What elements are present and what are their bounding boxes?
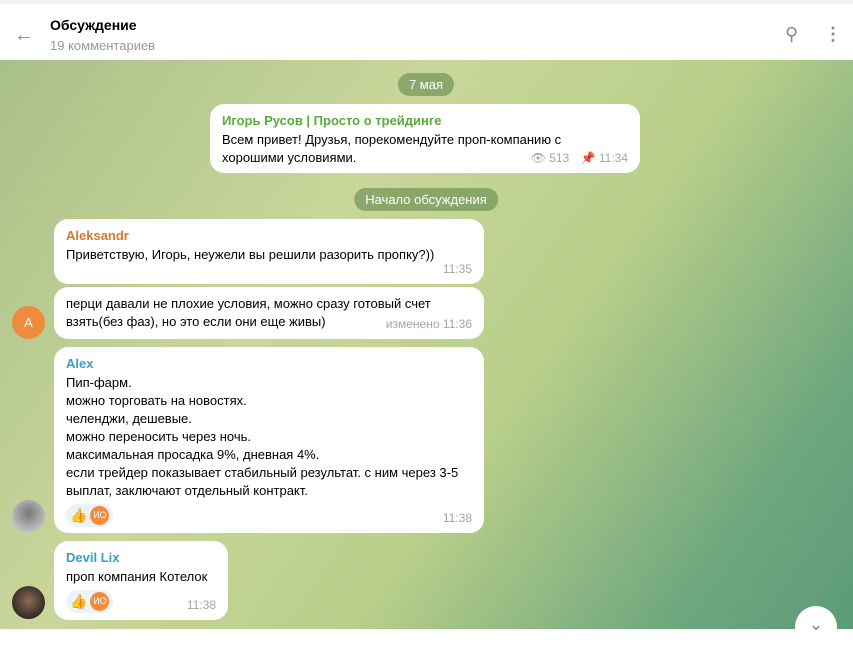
avatar[interactable] xyxy=(12,500,45,533)
reactor-avatar: ИО xyxy=(90,506,110,525)
page-title: Обсуждение xyxy=(50,17,137,33)
message-time: 11:35 xyxy=(442,262,472,276)
avatar[interactable] xyxy=(12,586,45,619)
channel-post[interactable]: Игорь Русов | Просто о трейдинге Всем пр… xyxy=(210,104,640,173)
message-line: можно торговать на новостях. xyxy=(66,393,247,408)
reactions[interactable]: 👍 ИО xyxy=(66,590,114,613)
pin-icon: 📌 xyxy=(580,151,596,165)
more-menu-icon[interactable]: ⋮ xyxy=(824,24,842,45)
view-count: 513 xyxy=(549,151,570,165)
message-text: Приветствую, Игорь, неужели вы решили ра… xyxy=(66,247,435,262)
message[interactable]: Alex Пип-фарм. можно торговать на новост… xyxy=(54,347,484,533)
thumbs-up-icon[interactable]: 👍 xyxy=(70,592,87,611)
chat-header: ← Обсуждение 19 комментариев ⚲ ⋮ xyxy=(0,0,853,60)
thumbs-up-icon[interactable]: 👍 xyxy=(70,506,87,525)
message-author[interactable]: Aleksandr xyxy=(66,227,472,245)
message[interactable]: перци давали не плохие условия, можно ср… xyxy=(54,287,484,339)
message-line: если трейдер показывает стабильный резул… xyxy=(66,465,459,498)
reactor-avatar: ИО xyxy=(90,592,110,611)
message-time: изменено 11:36 xyxy=(385,317,472,331)
date-pill: 7 мая xyxy=(397,73,455,96)
avatar[interactable]: A xyxy=(12,306,45,339)
reactions[interactable]: 👍 ИО xyxy=(66,504,114,527)
post-author[interactable]: Игорь Русов | Просто о трейдинге xyxy=(222,112,628,130)
message-author[interactable]: Alex xyxy=(66,355,472,373)
message-line: максимальная просадка 9%, дневная 4%. xyxy=(66,447,320,462)
search-icon[interactable]: ⚲ xyxy=(785,24,798,45)
message-author[interactable]: Devil Lix xyxy=(66,549,216,567)
chevron-down-icon: ⌄ xyxy=(808,614,824,634)
message-time: 11:38 xyxy=(442,511,472,525)
message-line: можно переносить через ночь. xyxy=(66,429,252,444)
discussion-start-pill: Начало обсуждения xyxy=(354,188,498,211)
message-time: 11:38 xyxy=(186,598,216,612)
back-arrow-icon[interactable]: ← xyxy=(14,24,34,47)
scroll-down-button[interactable]: ⌄ xyxy=(795,606,837,648)
post-time: 11:34 xyxy=(598,151,628,165)
chat-area: 7 мая Игорь Русов | Просто о трейдинге В… xyxy=(0,60,853,648)
message[interactable]: Devil Lix проп компания Котелок 👍 ИО 11:… xyxy=(54,541,228,620)
post-meta: 👁 513 📌 11:34 xyxy=(531,149,628,167)
message[interactable]: Aleksandr Приветствую, Игорь, неужели вы… xyxy=(54,219,484,284)
eye-icon: 👁 xyxy=(530,151,546,165)
message-line: Пип-фарм. xyxy=(66,375,132,390)
message-text: проп компания Котелок xyxy=(66,569,208,584)
comment-count: 19 комментариев xyxy=(50,38,156,53)
message-line: челенджи, дешевые. xyxy=(66,411,192,426)
